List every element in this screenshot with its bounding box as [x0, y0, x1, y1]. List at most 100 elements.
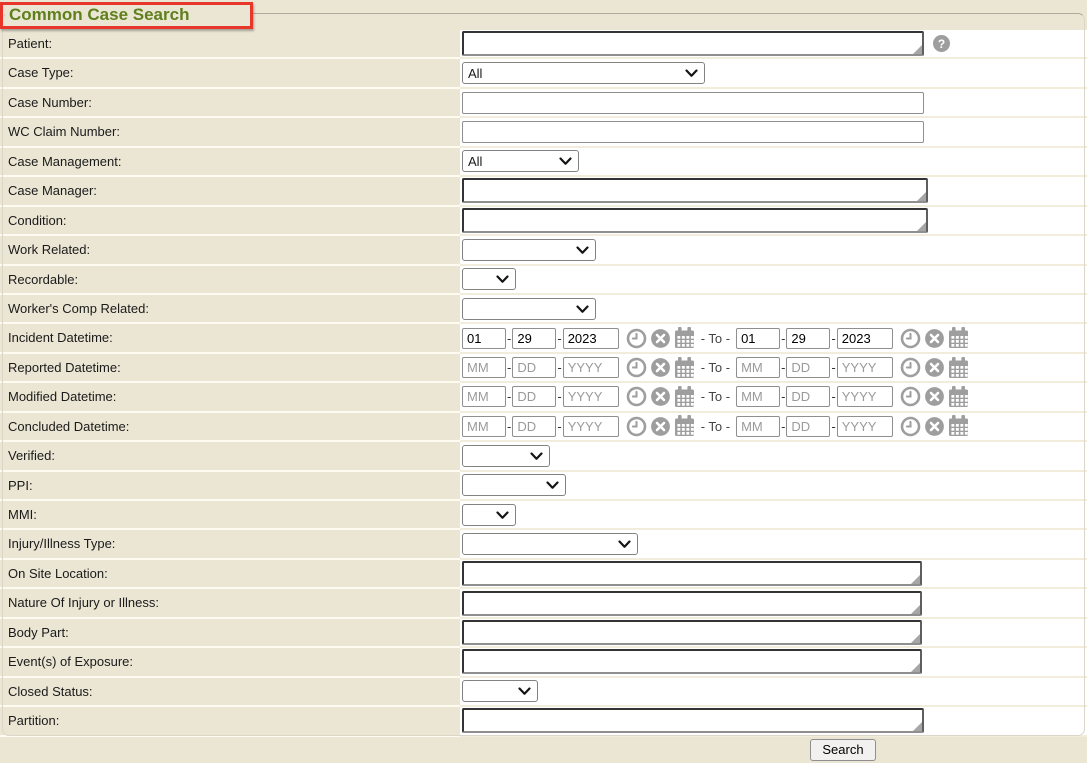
modified-datetime-from-month-input[interactable] [462, 386, 506, 407]
case-type-select[interactable]: All [462, 62, 705, 84]
incident-datetime-to-year-input[interactable] [837, 328, 893, 349]
reported-datetime-from-day-input[interactable] [512, 357, 556, 378]
concluded-datetime-to-date-group: -- [736, 416, 893, 437]
patient-resize-handle[interactable] [913, 45, 922, 54]
clock-icon[interactable] [900, 386, 921, 407]
case-number-input[interactable] [462, 92, 924, 114]
case-manager-textarea[interactable] [462, 178, 928, 203]
clock-icon[interactable] [900, 328, 921, 349]
nature-of-injury-or-illness-textarea[interactable] [462, 591, 922, 616]
concluded-datetime-to-year-input[interactable] [837, 416, 893, 437]
events-of-exposure-resize-handle[interactable] [911, 663, 920, 672]
date-separator: - [557, 360, 561, 375]
clear-icon[interactable] [924, 386, 945, 407]
concluded-datetime-from-month-input[interactable] [462, 416, 506, 437]
patient-textarea[interactable] [462, 31, 924, 56]
calendar-icon[interactable] [674, 386, 695, 408]
verified-select[interactable] [462, 445, 550, 467]
clear-icon[interactable] [650, 357, 671, 378]
incident-datetime-from-month-input[interactable] [462, 328, 506, 349]
partition-label-cell: Partition: [0, 707, 460, 736]
clock-icon[interactable] [626, 386, 647, 407]
reported-datetime-to-month-input[interactable] [736, 357, 780, 378]
incident-datetime-from-day-input[interactable] [512, 328, 556, 349]
on-site-location-textarea[interactable] [462, 561, 922, 586]
incident-datetime-to-month-input[interactable] [736, 328, 780, 349]
injury-illness-type-label-cell: Injury/Illness Type: [0, 530, 460, 559]
concluded-datetime-from-year-input[interactable] [563, 416, 619, 437]
recordable-select[interactable] [462, 268, 516, 290]
concluded-datetime-to-day-input[interactable] [786, 416, 830, 437]
modified-datetime-to-year-input[interactable] [837, 386, 893, 407]
clock-icon[interactable] [626, 357, 647, 378]
recordable-content-cell [460, 266, 1087, 295]
reported-datetime-to-year-input[interactable] [837, 357, 893, 378]
chevron-down-icon [685, 69, 698, 77]
mmi-select[interactable] [462, 504, 516, 526]
wc-claim-number-input[interactable] [462, 121, 924, 143]
reported-datetime-to-day-input[interactable] [786, 357, 830, 378]
calendar-icon[interactable] [948, 386, 969, 408]
condition-textarea[interactable] [462, 208, 928, 233]
ppi-select[interactable] [462, 474, 566, 496]
modified-datetime-to-day-input[interactable] [786, 386, 830, 407]
calendar-icon[interactable] [674, 415, 695, 437]
clear-icon[interactable] [924, 357, 945, 378]
clock-icon[interactable] [626, 416, 647, 437]
workers-comp-related-select[interactable] [462, 298, 596, 320]
on-site-location-resize-handle[interactable] [911, 575, 920, 584]
closed-status-select[interactable] [462, 680, 538, 702]
partition-resize-handle[interactable] [913, 722, 922, 731]
reported-datetime-from-month-input[interactable] [462, 357, 506, 378]
date-separator: - [831, 360, 835, 375]
clear-icon[interactable] [650, 386, 671, 407]
incident-datetime-from-year-input[interactable] [563, 328, 619, 349]
reported-datetime-to-label: - To - [701, 360, 730, 375]
case-management-content-cell: All [460, 148, 1087, 177]
chevron-down-icon [559, 158, 572, 166]
search-button[interactable]: Search [810, 739, 876, 761]
reported-datetime-from-year-input[interactable] [563, 357, 619, 378]
concluded-datetime-from-day-input[interactable] [512, 416, 556, 437]
calendar-icon[interactable] [948, 327, 969, 349]
clear-icon[interactable] [924, 328, 945, 349]
modified-datetime-from-date-group: -- [462, 386, 619, 407]
case-management-select[interactable]: All [462, 150, 579, 172]
events-of-exposure-textarea[interactable] [462, 649, 922, 674]
incident-datetime-to-date-group: -- [736, 328, 893, 349]
modified-datetime-to-label: - To - [701, 389, 730, 404]
calendar-icon[interactable] [948, 357, 969, 379]
body-part-label-cell: Body Part: [0, 619, 460, 648]
clear-icon[interactable] [650, 416, 671, 437]
case-manager-resize-handle[interactable] [917, 192, 926, 201]
clear-icon[interactable] [650, 328, 671, 349]
injury-illness-type-select[interactable] [462, 533, 638, 555]
date-separator: - [557, 389, 561, 404]
condition-label: Condition: [8, 213, 67, 228]
date-separator: - [781, 360, 785, 375]
closed-status-label-cell: Closed Status: [0, 678, 460, 707]
incident-datetime-row: Incident Datetime:--- To --- [0, 324, 1087, 353]
body-part-textarea[interactable] [462, 620, 922, 645]
clock-icon[interactable] [900, 416, 921, 437]
calendar-icon[interactable] [674, 357, 695, 379]
work-related-select[interactable] [462, 239, 596, 261]
partition-textarea[interactable] [462, 708, 924, 733]
concluded-datetime-to-month-input[interactable] [736, 416, 780, 437]
modified-datetime-to-month-input[interactable] [736, 386, 780, 407]
incident-datetime-to-day-input[interactable] [786, 328, 830, 349]
on-site-location-label-cell: On Site Location: [0, 560, 460, 589]
calendar-icon[interactable] [948, 415, 969, 437]
calendar-icon[interactable] [674, 327, 695, 349]
modified-datetime-from-day-input[interactable] [512, 386, 556, 407]
nature-of-injury-or-illness-resize-handle[interactable] [911, 605, 920, 614]
date-separator: - [557, 419, 561, 434]
condition-resize-handle[interactable] [917, 222, 926, 231]
body-part-resize-handle[interactable] [911, 634, 920, 643]
help-icon[interactable]: ? [933, 35, 950, 52]
clear-icon[interactable] [924, 416, 945, 437]
clock-icon[interactable] [626, 328, 647, 349]
clock-icon[interactable] [900, 357, 921, 378]
modified-datetime-from-date-icons [626, 386, 695, 408]
modified-datetime-from-year-input[interactable] [563, 386, 619, 407]
